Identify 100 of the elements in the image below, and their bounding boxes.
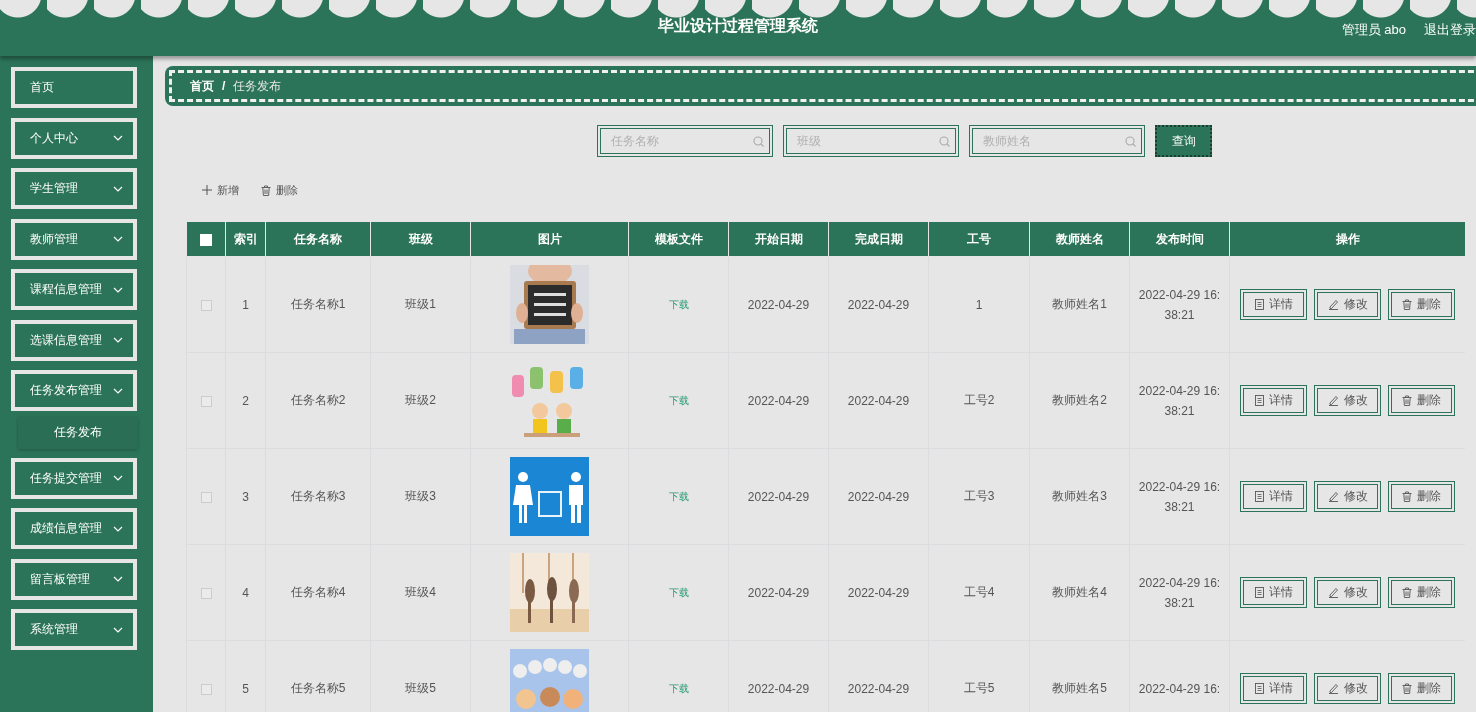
row-checkbox[interactable]	[200, 683, 212, 695]
delete-button[interactable]: 删除	[1388, 289, 1455, 320]
table-cell: 2	[225, 352, 266, 449]
chevron-icon	[113, 286, 123, 293]
table-cell: 任务名称1	[265, 256, 371, 353]
pencil-icon	[1327, 683, 1339, 694]
table-cell: 班级4	[370, 544, 471, 641]
table-cell: 任务名称2	[265, 352, 371, 449]
delete-button[interactable]: 删除	[1388, 481, 1455, 512]
breadcrumb-separator: /	[222, 79, 226, 93]
row-checkbox[interactable]	[200, 395, 212, 407]
sidebar-item[interactable]: 任务提交管理	[11, 457, 137, 499]
table-cell: 班级3	[370, 448, 471, 545]
table-cell: 班级1	[370, 256, 471, 353]
select-all-checkbox[interactable]	[200, 233, 212, 246]
document-icon	[1254, 395, 1264, 406]
download-link[interactable]: 下载	[668, 683, 689, 694]
table-cell: 任务名称3	[265, 448, 371, 545]
sidebar-item[interactable]: 课程信息管理	[11, 269, 137, 310]
detail-button[interactable]: 详情	[1240, 673, 1307, 704]
chevron-icon	[113, 236, 123, 242]
edit-button[interactable]: 修改	[1314, 673, 1381, 704]
column-header: 索引	[225, 221, 266, 257]
download-link[interactable]: 下载	[668, 587, 689, 598]
table-cell: 1	[225, 256, 266, 353]
row-checkbox[interactable]	[200, 299, 212, 311]
edit-button[interactable]: 修改	[1314, 577, 1381, 608]
user-label: 管理员 abo	[1341, 21, 1406, 39]
column-header: 开始日期	[728, 221, 829, 257]
pencil-icon	[1327, 299, 1339, 310]
table-cell: 教师姓名2	[1029, 352, 1130, 449]
document-icon	[1254, 299, 1264, 310]
table-cell-text: 2022-04-29 16:38:21	[1137, 286, 1222, 324]
chevron-icon	[113, 475, 123, 481]
breadcrumb-link[interactable]: 首页	[190, 77, 214, 95]
sidebar-item[interactable]: 选课信息管理	[11, 319, 137, 361]
table-cell-text: 2022-04-29 16:38:21	[1137, 574, 1222, 612]
table-cell: 班级2	[370, 352, 471, 449]
table-cell: 2022-04-29	[728, 352, 829, 449]
detail-button[interactable]: 详情	[1240, 577, 1307, 608]
table-cell: 2022-04-29	[828, 256, 929, 353]
pencil-icon	[1327, 491, 1339, 502]
edit-button[interactable]: 修改	[1314, 289, 1381, 320]
delete-button[interactable]: 删除	[1388, 385, 1455, 416]
table-cell: 教师姓名3	[1029, 448, 1130, 545]
table-cell: 2022-04-29	[728, 544, 829, 641]
table-cell: 2022-04-29	[828, 448, 929, 545]
add-button[interactable]: 新增	[202, 181, 239, 199]
table-cell-text: 2022-04-29 16:38:21	[1137, 478, 1222, 516]
column-header: 发布时间	[1129, 221, 1230, 257]
column-header: 模板文件	[628, 221, 729, 257]
table-cell: 工号3	[928, 448, 1030, 545]
chevron-icon	[113, 576, 123, 582]
edit-button[interactable]: 修改	[1314, 385, 1381, 416]
search-icon	[753, 136, 764, 147]
chevron-icon	[113, 525, 123, 532]
table-cell: 4	[225, 544, 266, 641]
chevron-icon	[113, 387, 123, 394]
column-header: 班级	[370, 221, 471, 257]
table-cell: 1	[928, 256, 1030, 353]
chevron-icon	[113, 135, 123, 141]
delete-button[interactable]: 删除	[1388, 577, 1455, 608]
sidebar-item[interactable]: 任务发布管理	[11, 370, 137, 411]
delete-button[interactable]: 删除	[261, 181, 298, 199]
sidebar-item[interactable]: 系统管理	[11, 609, 137, 650]
table-cell: 2022-04-29	[728, 256, 829, 353]
table-cell: 工号4	[928, 544, 1030, 641]
table-cell: 教师姓名4	[1029, 544, 1130, 641]
sidebar-item[interactable]: 首页	[11, 67, 137, 108]
delete-button[interactable]: 删除	[1388, 673, 1455, 704]
detail-button[interactable]: 详情	[1240, 481, 1307, 512]
table-cell-text: 2022-04-29 16:38:21	[1137, 382, 1222, 420]
logout-link[interactable]: 退出登录	[1424, 21, 1476, 39]
edit-button[interactable]: 修改	[1314, 481, 1381, 512]
search-button[interactable]: 查询	[1155, 125, 1212, 157]
chevron-icon	[113, 337, 123, 343]
detail-button[interactable]: 详情	[1240, 289, 1307, 320]
column-header: 工号	[928, 221, 1030, 257]
row-checkbox[interactable]	[200, 491, 212, 503]
chevron-icon	[113, 185, 123, 192]
table-cell-text: 2022-04-29 16:	[1137, 680, 1222, 698]
submenu-item[interactable]: 任务发布	[18, 416, 138, 449]
sidebar-item[interactable]: 个人中心	[11, 117, 137, 159]
row-checkbox[interactable]	[200, 587, 212, 599]
download-link[interactable]: 下载	[668, 395, 689, 406]
download-link[interactable]: 下载	[668, 299, 689, 310]
chevron-icon	[113, 626, 123, 633]
table-cell: 任务名称4	[265, 544, 371, 641]
sidebar-item[interactable]: 成绩信息管理	[11, 508, 137, 549]
download-link[interactable]: 下载	[668, 491, 689, 502]
sidebar-item[interactable]: 学生管理	[11, 168, 137, 209]
document-icon	[1254, 683, 1264, 694]
breadcrumb-current: 任务发布	[233, 77, 282, 95]
detail-button[interactable]: 详情	[1240, 385, 1307, 416]
trash-icon	[1402, 395, 1412, 406]
table-cell: 教师姓名1	[1029, 256, 1130, 353]
sidebar-item[interactable]: 留言板管理	[11, 558, 137, 600]
column-header: 图片	[470, 221, 629, 257]
sidebar-item[interactable]: 教师管理	[11, 218, 137, 260]
trash-icon	[261, 184, 271, 196]
